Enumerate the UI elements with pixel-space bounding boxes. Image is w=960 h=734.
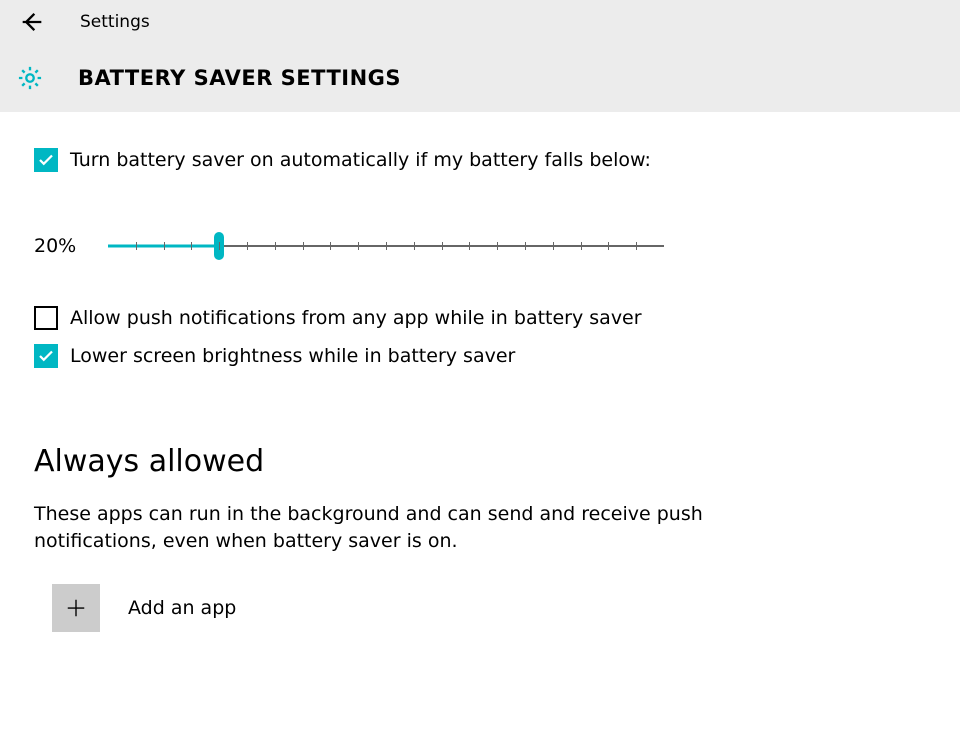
- threshold-slider[interactable]: [108, 234, 664, 258]
- lower-brightness-row: Lower screen brightness while in battery…: [34, 344, 726, 368]
- always-allowed-title: Always allowed: [34, 444, 726, 479]
- allow-push-label: Allow push notifications from any app wh…: [70, 307, 642, 329]
- app-title: Settings: [80, 12, 150, 32]
- auto-on-label: Turn battery saver on automatically if m…: [70, 149, 651, 171]
- lower-brightness-checkbox[interactable]: [34, 344, 58, 368]
- back-arrow-icon[interactable]: [18, 8, 46, 36]
- threshold-slider-row: 20%: [34, 234, 726, 258]
- plus-icon: [52, 584, 100, 632]
- always-allowed-description: These apps can run in the background and…: [34, 501, 726, 554]
- title-bar: Settings BATTERY SAVER SETTINGS: [0, 0, 960, 112]
- gear-icon: [14, 62, 46, 94]
- title-bar-bottom: BATTERY SAVER SETTINGS: [0, 44, 960, 112]
- auto-on-checkbox[interactable]: [34, 148, 58, 172]
- lower-brightness-label: Lower screen brightness while in battery…: [70, 345, 515, 367]
- add-app-label: Add an app: [128, 597, 236, 619]
- auto-on-row: Turn battery saver on automatically if m…: [34, 148, 726, 172]
- add-app-button[interactable]: Add an app: [52, 584, 726, 632]
- title-bar-top: Settings: [0, 0, 960, 44]
- slider-value-label: 20%: [34, 235, 108, 257]
- allow-push-row: Allow push notifications from any app wh…: [34, 306, 726, 330]
- allow-push-checkbox[interactable]: [34, 306, 58, 330]
- content-area: Turn battery saver on automatically if m…: [0, 112, 760, 632]
- page-title: BATTERY SAVER SETTINGS: [78, 66, 401, 90]
